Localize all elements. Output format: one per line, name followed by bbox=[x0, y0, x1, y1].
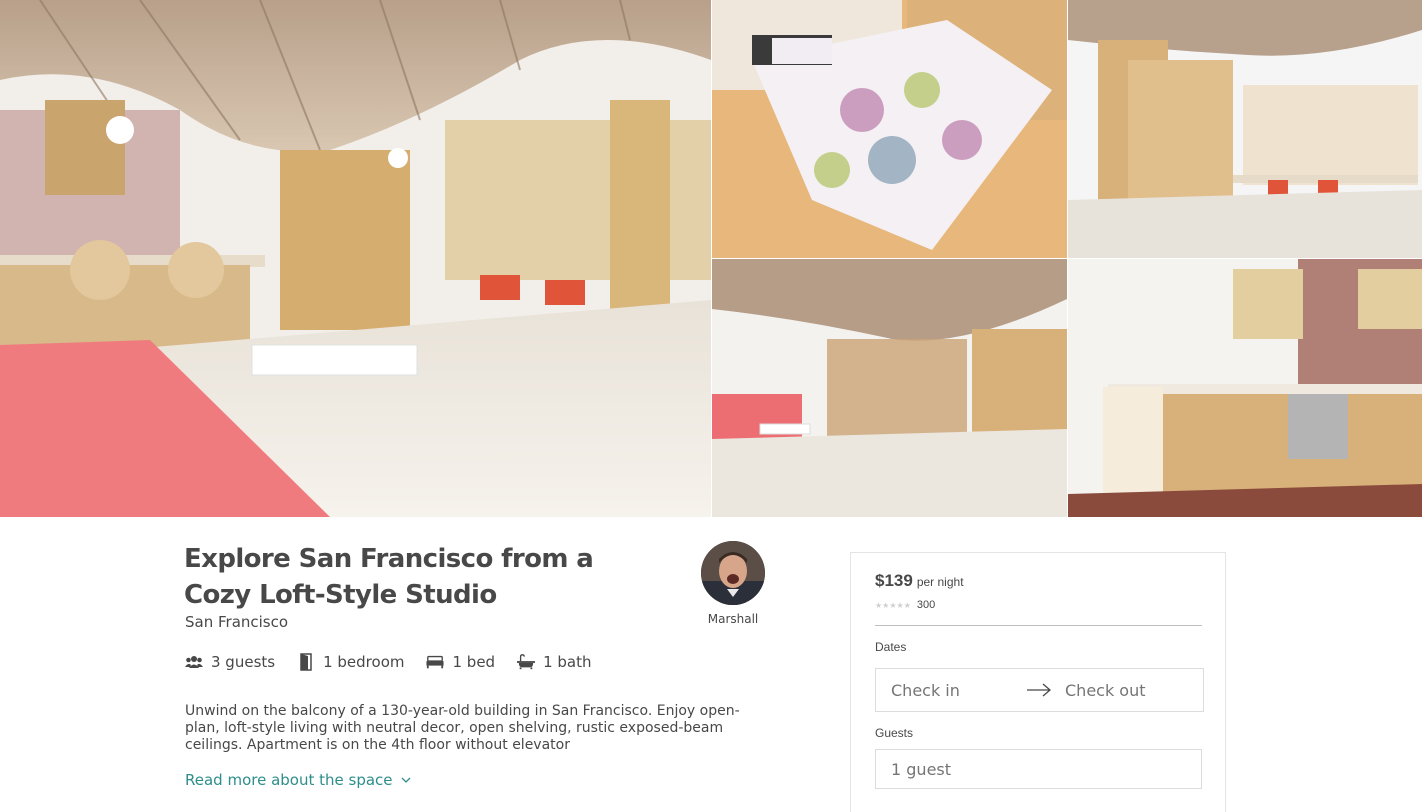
read-more-label: Read more about the space bbox=[185, 771, 393, 789]
review-count: 300 bbox=[916, 599, 936, 611]
price-amount: $139 bbox=[875, 571, 913, 590]
rating[interactable]: ★★★★★ 300 bbox=[875, 599, 935, 611]
guests-select[interactable]: 1 guest bbox=[875, 749, 1202, 789]
fact-bedrooms-text: 1 bedroom bbox=[323, 653, 405, 671]
chevron-down-icon bbox=[401, 777, 410, 783]
check-in-field[interactable]: Check in bbox=[891, 681, 960, 700]
bath-icon bbox=[517, 653, 536, 671]
booking-panel: $139 per night ★★★★★ 300 Dates Check in C… bbox=[850, 552, 1226, 812]
fact-beds: 1 bed bbox=[426, 653, 495, 671]
photo-main[interactable] bbox=[0, 0, 711, 517]
listing-content: Explore San Francisco from a Cozy Loft-S… bbox=[0, 517, 1422, 812]
fact-guests-text: 3 guests bbox=[211, 653, 276, 671]
star-icon: ★★★★★ bbox=[875, 600, 911, 610]
arrow-right-icon bbox=[1027, 683, 1051, 697]
price: $139 per night bbox=[875, 571, 964, 591]
fact-baths: 1 bath bbox=[517, 653, 592, 671]
photo-bedroom[interactable] bbox=[712, 0, 1067, 258]
guests-value: 1 guest bbox=[891, 759, 952, 779]
dates-label: Dates bbox=[875, 640, 907, 654]
guests-label: Guests bbox=[875, 726, 914, 740]
listing-city[interactable]: San Francisco bbox=[185, 613, 288, 631]
listing-description: Unwind on the balcony of a 130-year-old … bbox=[185, 703, 740, 753]
per-night-label: per night bbox=[916, 575, 964, 589]
listing-facts: 3 guests 1 bedroom 1 bed 1 bath bbox=[185, 653, 614, 671]
divider bbox=[875, 625, 1202, 626]
listing-title: Explore San Francisco from a Cozy Loft-S… bbox=[184, 544, 594, 610]
host-name[interactable]: Marshall bbox=[700, 612, 766, 626]
photo-shelving[interactable] bbox=[1068, 0, 1422, 258]
door-icon bbox=[297, 653, 315, 671]
fact-guests: 3 guests bbox=[185, 653, 275, 671]
photo-living-area[interactable] bbox=[712, 259, 1067, 517]
read-more-link[interactable]: Read more about the space bbox=[185, 771, 411, 789]
guests-icon bbox=[185, 653, 203, 671]
photo-gallery[interactable] bbox=[0, 0, 1422, 517]
dates-picker[interactable]: Check in Check out bbox=[875, 668, 1204, 712]
photo-kitchen[interactable] bbox=[1068, 259, 1422, 517]
host-profile[interactable]: Marshall bbox=[700, 541, 766, 626]
fact-baths-text: 1 bath bbox=[543, 653, 592, 671]
bed-icon bbox=[426, 653, 445, 671]
avatar[interactable] bbox=[701, 541, 765, 605]
fact-beds-text: 1 bed bbox=[452, 653, 496, 671]
fact-bedrooms: 1 bedroom bbox=[297, 653, 404, 671]
check-out-field[interactable]: Check out bbox=[1065, 681, 1146, 700]
